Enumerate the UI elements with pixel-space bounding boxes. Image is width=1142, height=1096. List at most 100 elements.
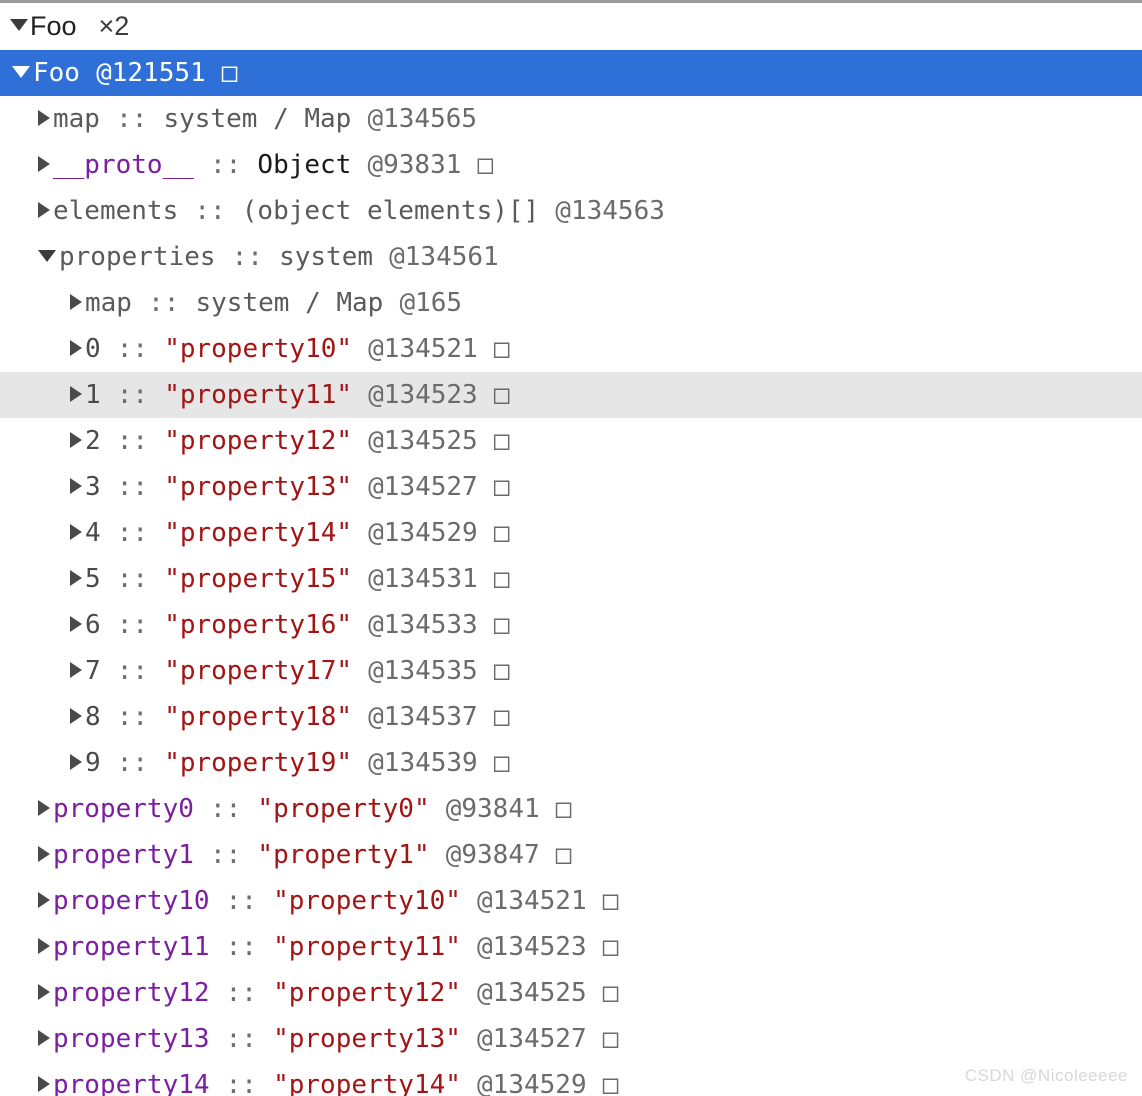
tree-row-name: map	[53, 104, 100, 134]
tree-row[interactable]: 7:: "property17" @134535 □	[0, 648, 1142, 694]
tree-row-name: 2	[85, 426, 101, 456]
tree-row-separator: ::	[116, 472, 149, 502]
tree-row[interactable]: map:: system / Map @134565	[0, 96, 1142, 142]
tree-row[interactable]: 6:: "property16" @134533 □	[0, 602, 1142, 648]
chevron-right-icon[interactable]	[38, 983, 50, 1000]
tree-row-object-id: @134521	[368, 334, 478, 364]
chevron-right-icon[interactable]	[70, 523, 82, 540]
tree-row[interactable]: __proto__:: Object @93831 □	[0, 142, 1142, 188]
tree-row-separator: ::	[225, 886, 257, 916]
chevron-down-icon[interactable]	[10, 18, 28, 31]
tree-row[interactable]: 3:: "property13" @134527 □	[0, 464, 1142, 510]
tree-row[interactable]: 4:: "property14" @134529 □	[0, 510, 1142, 556]
tree-row-name: Foo	[33, 58, 80, 88]
tree-row[interactable]: 9:: "property19" @134539 □	[0, 740, 1142, 786]
chevron-right-icon[interactable]	[70, 569, 82, 586]
chevron-down-icon[interactable]	[38, 249, 56, 262]
tree-row-object-id: @134523	[368, 380, 478, 410]
chevron-right-icon[interactable]	[38, 937, 50, 954]
tree-row-object-id: @134561	[389, 242, 499, 272]
tree-row-separator: ::	[194, 196, 226, 226]
tree-row-type: system / Map	[195, 288, 384, 318]
tree-row-name: properties	[59, 242, 216, 272]
tree-row[interactable]: elements:: (object elements)[] @134563	[0, 188, 1142, 234]
tree-row-string-value: "property19"	[164, 748, 353, 778]
missing-glyph-box-icon: □	[493, 334, 510, 364]
tree-row-string-value: "property16"	[164, 610, 353, 640]
chevron-right-icon[interactable]	[70, 661, 82, 678]
tree-row-string-value: "property10"	[273, 886, 461, 916]
tree-row[interactable]: property1:: "property1" @93847 □	[0, 832, 1142, 878]
tree-row-separator: ::	[116, 564, 149, 594]
chevron-right-icon[interactable]	[70, 615, 82, 632]
tree-row-separator: ::	[225, 1070, 257, 1096]
tree-row[interactable]: property13:: "property13" @134527 □	[0, 1016, 1142, 1062]
chevron-right-icon[interactable]	[70, 753, 82, 770]
tree-row[interactable]: 2:: "property12" @134525 □	[0, 418, 1142, 464]
group-header-label: Foo	[30, 11, 77, 41]
tree-row-string-value: "property10"	[164, 334, 353, 364]
tree-row[interactable]: property10:: "property10" @134521 □	[0, 878, 1142, 924]
tree-row-name: 7	[85, 656, 101, 686]
tree-row-separator: ::	[116, 518, 149, 548]
tree-row-object-id: @134531	[368, 564, 478, 594]
chevron-right-icon[interactable]	[38, 799, 50, 816]
chevron-right-icon[interactable]	[70, 385, 82, 402]
tree-group-header[interactable]: Foo ×2	[0, 3, 1142, 50]
chevron-right-icon[interactable]	[38, 891, 50, 908]
tree-row[interactable]: property12:: "property12" @134525 □	[0, 970, 1142, 1016]
tree-row[interactable]: property14:: "property14" @134529 □	[0, 1062, 1142, 1096]
tree-row[interactable]: Foo @121551 □	[0, 50, 1142, 96]
group-header-count: ×2	[98, 11, 130, 41]
tree-row-object-id: @134539	[368, 748, 478, 778]
tree-rows: Foo @121551 □ map:: system / Map @134565 __pro…	[0, 50, 1142, 1096]
chevron-right-icon[interactable]	[70, 293, 82, 310]
tree-row[interactable]: property11:: "property11" @134523 □	[0, 924, 1142, 970]
tree-row[interactable]: 0:: "property10" @134521 □	[0, 326, 1142, 372]
tree-row-separator: ::	[116, 702, 149, 732]
tree-row-object-id: @134533	[368, 610, 478, 640]
missing-glyph-box-icon: □	[493, 518, 510, 548]
tree-row-type: system	[279, 242, 373, 272]
tree-row[interactable]: property0:: "property0" @93841 □	[0, 786, 1142, 832]
chevron-right-icon[interactable]	[38, 845, 50, 862]
chevron-right-icon[interactable]	[70, 339, 82, 356]
chevron-right-icon[interactable]	[38, 1075, 50, 1092]
chevron-right-icon[interactable]	[70, 477, 82, 494]
missing-glyph-box-icon: □	[602, 978, 619, 1008]
tree-row-separator: ::	[210, 794, 242, 824]
tree-row[interactable]: properties:: system @134561	[0, 234, 1142, 280]
missing-glyph-box-icon: □	[602, 1070, 619, 1096]
tree-row-object-id: @134525	[477, 978, 587, 1008]
tree-row-name: 8	[85, 702, 101, 732]
missing-glyph-box-icon: □	[493, 656, 510, 686]
tree-row-separator: ::	[148, 288, 180, 318]
tree-row-separator: ::	[225, 932, 257, 962]
chevron-right-icon[interactable]	[38, 109, 50, 126]
tree-row-separator: ::	[116, 426, 149, 456]
chevron-right-icon[interactable]	[70, 707, 82, 724]
chevron-right-icon[interactable]	[70, 431, 82, 448]
missing-glyph-box-icon: □	[493, 702, 510, 732]
tree-row-name: elements	[53, 196, 179, 226]
tree-row-name: 1	[85, 380, 101, 410]
tree-row[interactable]: 1:: "property11" @134523 □	[0, 372, 1142, 418]
chevron-right-icon[interactable]	[38, 201, 50, 218]
tree-row-object-id: @134529	[477, 1070, 587, 1096]
missing-glyph-box-icon: □	[493, 380, 510, 410]
tree-row-name: property12	[53, 978, 210, 1008]
tree-row-separator: ::	[116, 334, 149, 364]
tree-row-object-id: @134527	[368, 472, 478, 502]
tree-row[interactable]: 8:: "property18" @134537 □	[0, 694, 1142, 740]
tree-row[interactable]: map:: system / Map @165	[0, 280, 1142, 326]
tree-row-separator: ::	[116, 104, 148, 134]
chevron-right-icon[interactable]	[38, 1029, 50, 1046]
tree-row-object-id: @93847	[445, 840, 540, 870]
chevron-right-icon[interactable]	[38, 155, 50, 172]
tree-row[interactable]: 5:: "property15" @134531 □	[0, 556, 1142, 602]
chevron-down-icon[interactable]	[12, 65, 30, 78]
tree-row-object-id: @134527	[477, 1024, 587, 1054]
tree-row-type: Object	[257, 150, 352, 180]
tree-row-object-id: @134521	[477, 886, 587, 916]
heap-snapshot-tree-panel: Foo ×2 Foo @121551 □ map:: system / Map @1345…	[0, 0, 1142, 1096]
